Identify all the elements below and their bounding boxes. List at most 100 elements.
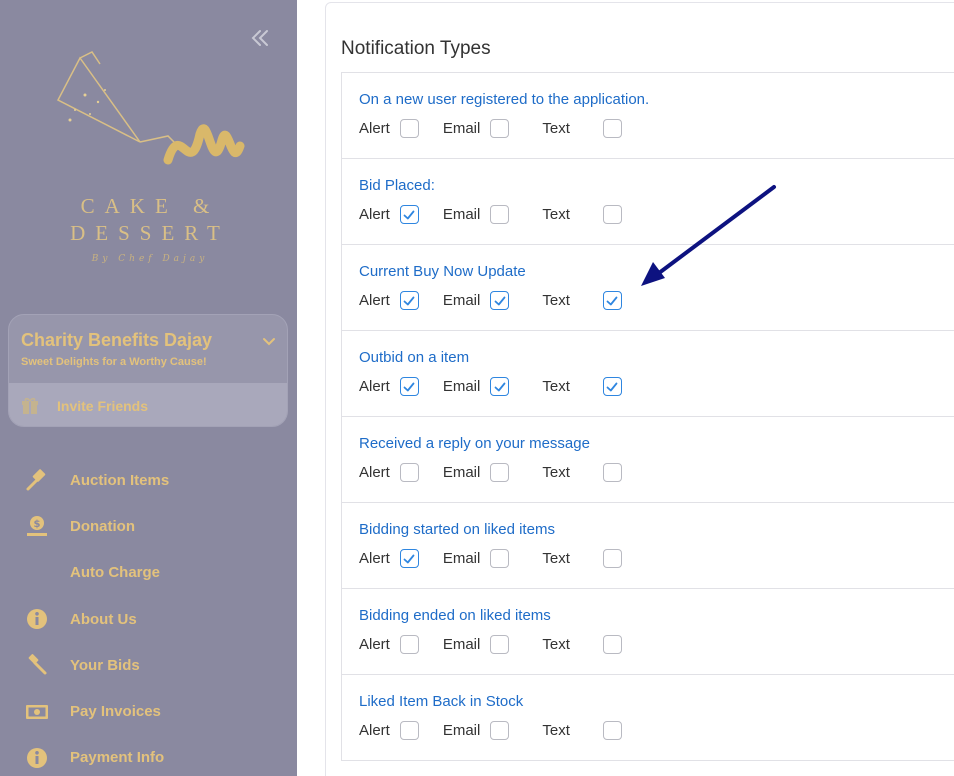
- alert-checkbox[interactable]: [399, 549, 419, 568]
- check-icon: [403, 382, 415, 391]
- info-icon: [25, 607, 49, 631]
- email-checkbox[interactable]: [490, 635, 510, 654]
- notification-row: Received a reply on your message Alert Ema…: [342, 417, 954, 503]
- check-icon: [494, 296, 506, 305]
- text-checkbox[interactable]: [602, 635, 622, 654]
- alert-checkbox[interactable]: [399, 119, 419, 138]
- nav-pay-invoices[interactable]: Pay Invoices: [0, 688, 297, 734]
- email-checkbox[interactable]: [490, 721, 510, 740]
- text-label: Text: [542, 636, 570, 653]
- notification-row: Bidding ended on liked items Alert Email Te…: [342, 589, 954, 675]
- notification-title: Current Buy Now Update: [359, 263, 526, 280]
- alert-checkbox[interactable]: [399, 721, 419, 740]
- check-icon: [606, 296, 618, 305]
- notification-row: Liked Item Back in Stock Alert Email Text: [342, 675, 954, 761]
- check-icon: [494, 382, 506, 391]
- notification-row: Bidding started on liked items Alert Email…: [342, 503, 954, 589]
- nav-your-bids[interactable]: Your Bids: [0, 642, 297, 688]
- nav-auction-items[interactable]: Auction Items: [0, 457, 297, 503]
- notification-title: Liked Item Back in Stock: [359, 693, 524, 710]
- check-icon: [403, 210, 415, 219]
- check-icon: [606, 382, 618, 391]
- donation-icon: $: [25, 514, 49, 538]
- email-checkbox[interactable]: [490, 205, 510, 224]
- text-label: Text: [542, 120, 570, 137]
- notification-title: Outbid on a item: [359, 349, 470, 366]
- notification-title: Bidding started on liked items: [359, 521, 555, 538]
- text-checkbox[interactable]: [602, 205, 622, 224]
- collapse-sidebar-button[interactable]: [246, 24, 274, 52]
- check-icon: [403, 554, 415, 563]
- email-checkbox[interactable]: [490, 549, 510, 568]
- text-label: Text: [542, 464, 570, 481]
- text-checkbox[interactable]: [602, 463, 622, 482]
- email-label: Email: [442, 722, 481, 739]
- text-checkbox[interactable]: [602, 119, 622, 138]
- notification-row: Outbid on a item Alert Email Text: [342, 331, 954, 417]
- gift-icon: [22, 397, 38, 414]
- nav-label: Payment Info: [70, 749, 165, 767]
- email-checkbox[interactable]: [490, 291, 510, 310]
- alert-checkbox[interactable]: [399, 377, 419, 396]
- nav-payment-info[interactable]: Payment Info: [0, 735, 297, 776]
- brand-byline: By Chef Dajay: [91, 254, 209, 264]
- alert-checkbox[interactable]: [399, 635, 419, 654]
- alert-label: Alert: [359, 722, 390, 739]
- notification-options: Alert Email Text: [359, 721, 622, 740]
- notification-options: Alert Email Text: [359, 463, 622, 482]
- main-content: Notification Types On a new user registe…: [297, 0, 954, 776]
- notification-options: Alert Email Text: [359, 377, 622, 396]
- notification-title: Received a reply on your message: [359, 435, 590, 452]
- notification-options: Alert Email Text: [359, 119, 622, 138]
- money-icon: [25, 700, 49, 724]
- alert-checkbox[interactable]: [399, 291, 419, 310]
- text-label: Text: [542, 206, 570, 223]
- nav-label: Your Bids: [70, 656, 140, 674]
- section-title: Notification Types: [341, 38, 491, 59]
- notification-title: Bid Placed:: [359, 177, 435, 194]
- org-name: Charity Benefits Dajay: [21, 330, 213, 350]
- alert-checkbox[interactable]: [399, 463, 419, 482]
- email-label: Email: [442, 464, 481, 481]
- text-checkbox[interactable]: [602, 291, 622, 310]
- text-checkbox[interactable]: [602, 721, 622, 740]
- text-label: Text: [542, 292, 570, 309]
- alert-label: Alert: [359, 636, 390, 653]
- nav-auto-charge[interactable]: Auto Charge: [0, 550, 297, 596]
- email-label: Email: [442, 550, 481, 567]
- text-label: Text: [542, 378, 570, 395]
- email-checkbox[interactable]: [490, 463, 510, 482]
- alert-checkbox[interactable]: [399, 205, 419, 224]
- email-label: Email: [442, 378, 481, 395]
- sidebar: CAKE & DESSERT By Chef Dajay Charity Ben…: [0, 0, 297, 776]
- nav-label: Auto Charge: [70, 564, 160, 582]
- nav-label: Pay Invoices: [70, 703, 161, 721]
- annotation-arrow-icon: [641, 185, 776, 286]
- text-label: Text: [542, 722, 570, 739]
- alert-label: Alert: [359, 550, 390, 567]
- nav-about-us[interactable]: About Us: [0, 596, 297, 642]
- alert-label: Alert: [359, 464, 390, 481]
- nav-donation[interactable]: $ Donation: [0, 503, 297, 549]
- sidebar-nav: Auction Items $ Donation Auto Charge Abo…: [0, 457, 297, 776]
- org-tagline: Sweet Delights for a Worthy Cause!: [21, 356, 207, 368]
- email-label: Email: [442, 206, 481, 223]
- nav-label: Auction Items: [70, 471, 170, 489]
- gavel-icon: [25, 468, 49, 492]
- chevron-down-icon[interactable]: [261, 333, 277, 349]
- piping-bag-icon: [56, 51, 245, 165]
- email-checkbox[interactable]: [490, 377, 510, 396]
- email-label: Email: [442, 636, 481, 653]
- text-checkbox[interactable]: [602, 377, 622, 396]
- notification-title: Bidding ended on liked items: [359, 607, 551, 624]
- notification-list: On a new user registered to the applicat…: [341, 72, 954, 761]
- nav-label: About Us: [70, 610, 137, 628]
- notification-options: Alert Email Text: [359, 635, 622, 654]
- email-checkbox[interactable]: [490, 119, 510, 138]
- alert-label: Alert: [359, 292, 390, 309]
- email-label: Email: [442, 292, 481, 309]
- text-checkbox[interactable]: [602, 549, 622, 568]
- brand-line1: CAKE &: [80, 194, 220, 218]
- notification-title: On a new user registered to the applicat…: [359, 91, 650, 108]
- invite-friends-button[interactable]: Invite Friends: [9, 383, 287, 426]
